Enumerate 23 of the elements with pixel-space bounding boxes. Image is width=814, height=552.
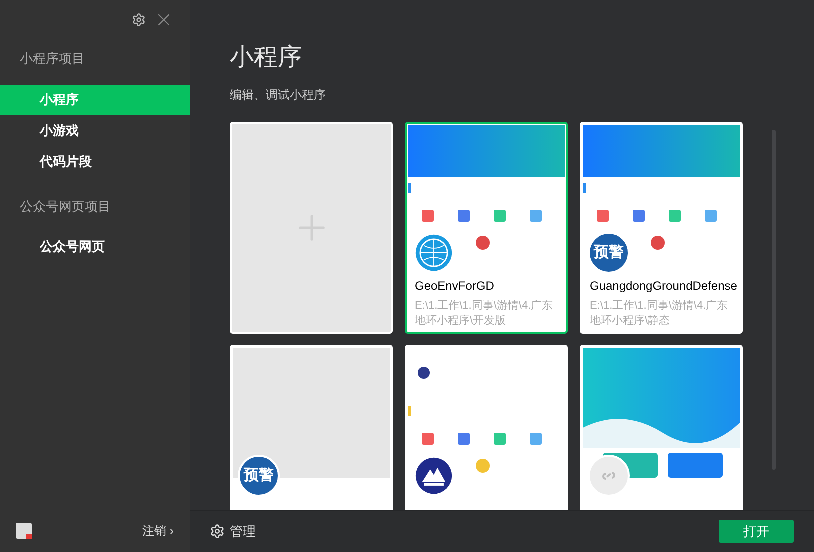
page-title: 小程序	[230, 43, 303, 73]
project-path: E:\1.工作\1.同事\游情\4.广东地环小程序\开发版	[415, 299, 554, 329]
page-subtitle: 编辑、调试小程序	[230, 87, 327, 104]
logout-link[interactable]: 注销 ›	[142, 522, 174, 540]
avatar-label: 预警	[238, 455, 280, 497]
settings-icon[interactable]	[132, 12, 146, 26]
project-card[interactable]	[405, 345, 568, 510]
manage-button[interactable]: 管理	[210, 522, 256, 542]
project-card[interactable]: 预警 GuangdongGroundDefense E:\1.工作\1.同事\游情\4.广东地环小程序\静态	[580, 122, 743, 334]
sidebar-item[interactable]: 公众号网页	[0, 232, 190, 262]
group-title: 小程序项目	[19, 50, 86, 68]
project-card[interactable]: GeoEnvForGD E:\1.工作\1.同事\游情\4.广东地环小程序\开发版	[405, 122, 568, 334]
project-path: E:\1.工作\1.同事\游情\4.广东地环小程序\静态	[590, 299, 730, 329]
settings-icon	[210, 524, 225, 539]
avatar-label: 预警	[588, 232, 630, 274]
user-avatar	[16, 523, 32, 539]
sidebar-item[interactable]: 小游戏	[0, 116, 190, 146]
group-title: 公众号网页项目	[19, 198, 112, 216]
project-name: GeoEnvForGD	[415, 279, 496, 294]
mountain-logo-icon	[413, 455, 455, 497]
sidebar-item[interactable]: 代码片段	[0, 146, 190, 176]
project-card[interactable]: 预警	[230, 345, 393, 510]
globe-logo-icon	[413, 232, 455, 274]
